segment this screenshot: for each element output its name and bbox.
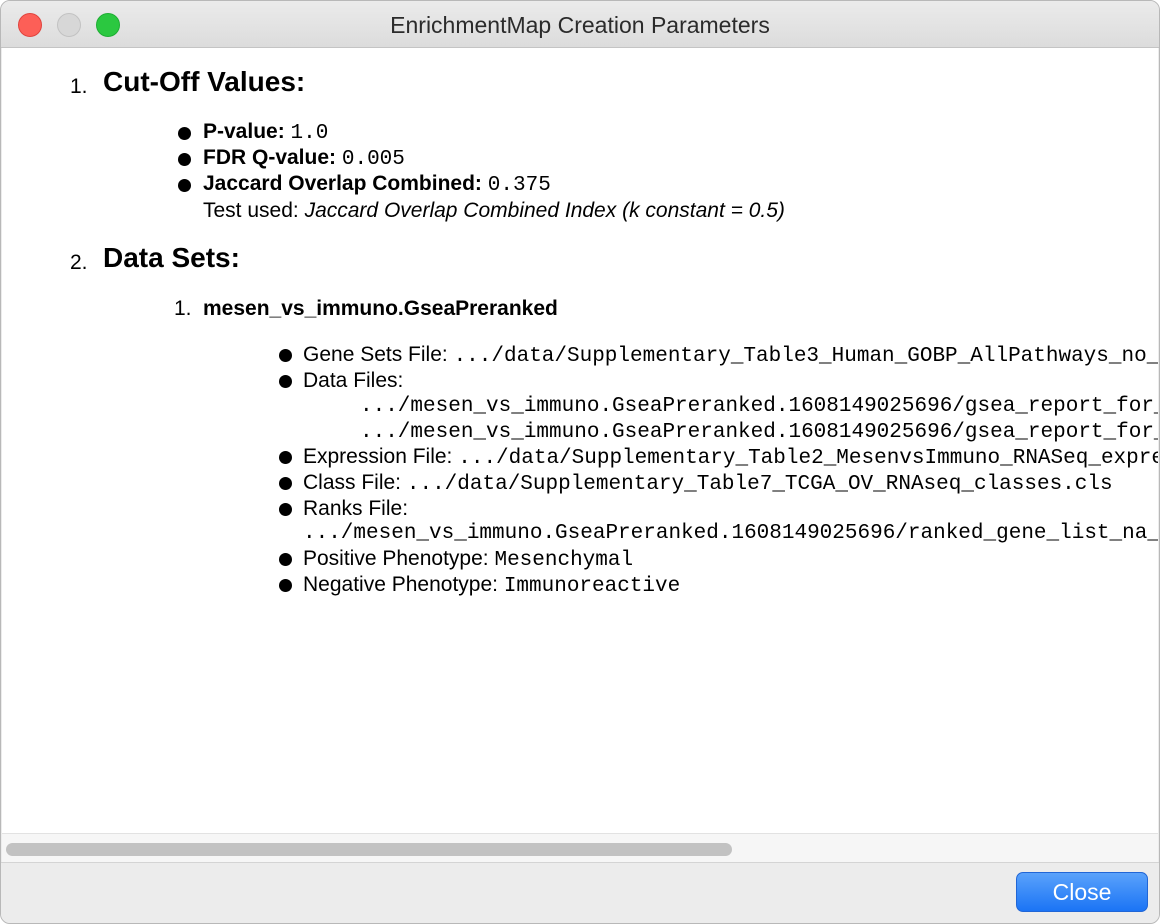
bullet-icon (178, 153, 191, 166)
gene-sets-label: Gene Sets File: (303, 343, 448, 366)
negative-phenotype-value: Immunoreactive (503, 575, 681, 598)
parameters-content: 1. Cut-Off Values: P-value: 1.0 FDR Q-va… (2, 48, 1158, 833)
gene-sets-row: Gene Sets File: .../data/Supplementary_T… (303, 343, 1158, 368)
positive-phenotype-row: Positive Phenotype: Mesenchymal (303, 547, 633, 572)
class-label: Class File: (303, 471, 402, 494)
test-used-value: Jaccard Overlap Combined Index (k consta… (304, 199, 785, 222)
close-button[interactable]: Close (1016, 872, 1148, 912)
horizontal-scrollbar[interactable] (2, 833, 1158, 862)
section-number-cutoff: 1. (70, 75, 88, 98)
bullet-icon (178, 179, 191, 192)
bullet-icon (279, 553, 292, 566)
button-bar: Close (1, 862, 1159, 923)
bullet-icon (279, 451, 292, 464)
class-row: Class File: .../data/Supplementary_Table… (303, 471, 1113, 496)
fdr-value: 0.005 (341, 148, 405, 171)
bullet-icon (178, 127, 191, 140)
scrollbar-thumb[interactable] (6, 843, 732, 856)
dataset-item-number: 1. (174, 297, 192, 320)
negative-phenotype-label: Negative Phenotype: (303, 573, 498, 596)
window-title: EnrichmentMap Creation Parameters (390, 12, 770, 38)
expression-value: .../data/Supplementary_Table2_MesenvsImm… (458, 447, 1158, 470)
data-file-2: .../mesen_vs_immuno.GseaPreranked.160814… (360, 421, 1158, 444)
title-bar: EnrichmentMap Creation Parameters (1, 1, 1159, 48)
ranks-value: .../mesen_vs_immuno.GseaPreranked.160814… (303, 522, 1158, 545)
class-value: .../data/Supplementary_Table7_TCGA_OV_RN… (406, 473, 1113, 496)
test-used-row: Test used: Jaccard Overlap Combined Inde… (203, 199, 785, 223)
data-files-label: Data Files: (303, 369, 404, 392)
bullet-icon (279, 503, 292, 516)
jaccard-label: Jaccard Overlap Combined: (203, 172, 482, 195)
gene-sets-value: .../data/Supplementary_Table3_Human_GOBP… (453, 345, 1158, 368)
bullet-icon (279, 579, 292, 592)
positive-phenotype-value: Mesenchymal (494, 549, 634, 572)
test-used-label: Test used: (203, 199, 299, 222)
negative-phenotype-row: Negative Phenotype: Immunoreactive (303, 573, 680, 598)
jaccard-row: Jaccard Overlap Combined: 0.375 (203, 172, 551, 197)
bullet-icon (279, 375, 292, 388)
datasets-heading: Data Sets: (103, 242, 240, 273)
pvalue-row: P-value: 1.0 (203, 120, 328, 145)
fdr-row: FDR Q-value: 0.005 (203, 146, 405, 171)
ranks-label: Ranks File: (303, 497, 409, 520)
positive-phenotype-label: Positive Phenotype: (303, 547, 489, 570)
fdr-label: FDR Q-value: (203, 146, 337, 169)
enrichmentmap-parameters-window: EnrichmentMap Creation Parameters 1. Cut… (0, 0, 1160, 924)
cutoff-heading: Cut-Off Values: (103, 66, 306, 97)
dataset-name: mesen_vs_immuno.GseaPreranked (203, 297, 558, 320)
expression-label: Expression File: (303, 445, 453, 468)
pvalue-label: P-value: (203, 120, 285, 143)
section-number-datasets: 2. (70, 251, 88, 274)
expression-row: Expression File: .../data/Supplementary_… (303, 445, 1158, 470)
jaccard-value: 0.375 (487, 174, 551, 197)
bullet-icon (279, 349, 292, 362)
bullet-icon (279, 477, 292, 490)
data-file-1: .../mesen_vs_immuno.GseaPreranked.160814… (360, 395, 1158, 418)
pvalue-value: 1.0 (290, 122, 329, 145)
